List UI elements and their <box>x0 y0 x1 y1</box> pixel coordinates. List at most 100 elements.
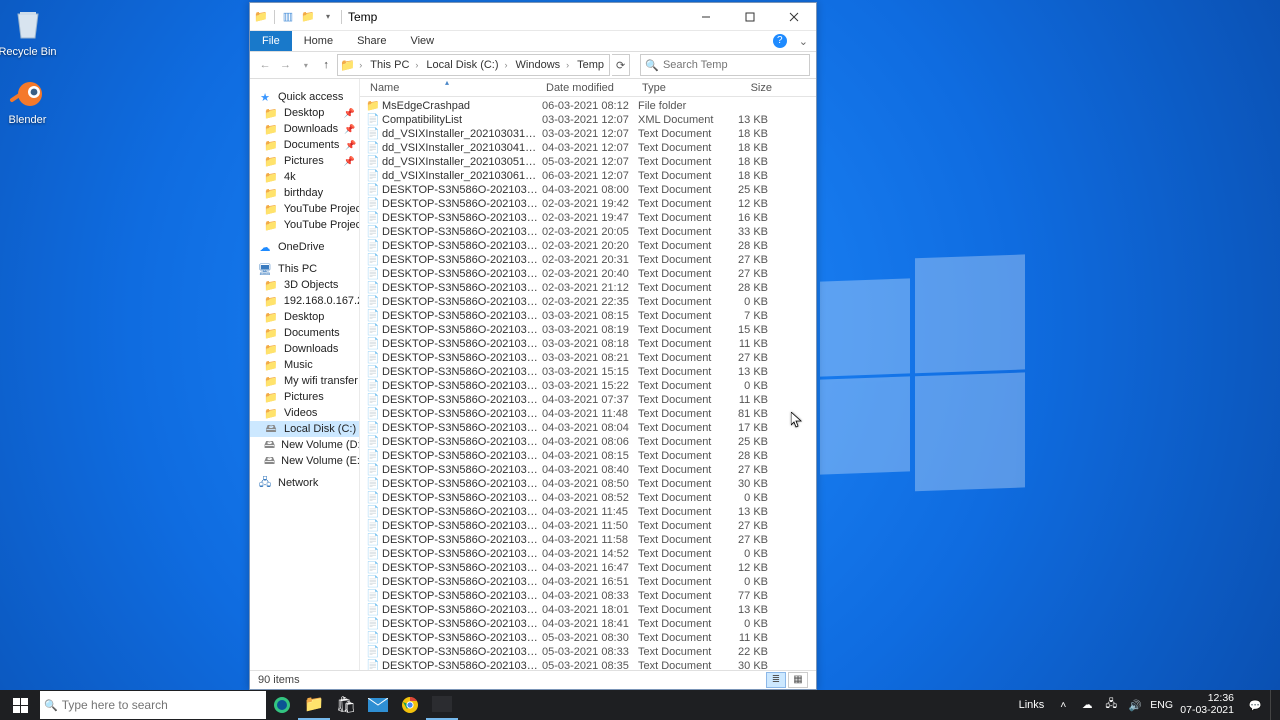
taskbar-store[interactable]: 🛍 <box>330 690 362 720</box>
sidebar-item[interactable]: 📁Downloads📌 <box>250 121 359 137</box>
tray-onedrive-icon[interactable]: ☁ <box>1078 699 1096 711</box>
tab-home[interactable]: Home <box>292 31 345 51</box>
chevron-right-icon[interactable]: › <box>503 60 510 70</box>
minimize-button[interactable] <box>684 3 728 31</box>
sidebar-this-pc[interactable]: 🖥This PC <box>250 261 359 277</box>
nav-sidebar[interactable]: ★Quick access 📁Desktop📌📁Downloads📌📁Docum… <box>250 79 360 669</box>
file-row[interactable]: 📄DESKTOP-S3N586O-20210303-081803-03-2021… <box>366 323 816 337</box>
taskbar-unknown-app[interactable] <box>426 690 458 720</box>
file-row[interactable]: 📄DESKTOP-S3N586O-20210305-083505-03-2021… <box>366 659 816 670</box>
sidebar-quick-access[interactable]: ★Quick access <box>250 89 359 105</box>
taskbar-file-explorer[interactable]: 📁 <box>298 690 330 720</box>
file-row[interactable]: 📄DESKTOP-S3N586O-20210302-223502-03-2021… <box>366 295 816 309</box>
tray-chevron-up-icon[interactable]: ˄ <box>1054 699 1072 711</box>
file-row[interactable]: 📄DESKTOP-S3N586O-20210304-080404-03-2021… <box>366 421 816 435</box>
qat-dropdown-icon[interactable]: ▾ <box>321 10 335 24</box>
tab-view[interactable]: View <box>398 31 446 51</box>
tray-network-icon[interactable]: 🖧 <box>1102 696 1120 714</box>
file-row[interactable]: 📄DESKTOP-S3N586O-20210304-114504-03-2021… <box>366 505 816 519</box>
file-row[interactable]: 📄DESKTOP-S3N586O-20210302-211202-03-2021… <box>366 281 816 295</box>
sidebar-item[interactable]: 📁Desktop <box>250 309 359 325</box>
tray-notifications-icon[interactable]: 💬 <box>1246 699 1264 712</box>
file-row[interactable]: 📄DESKTOP-S3N586O-20210304-080104-03-2021… <box>366 407 816 421</box>
file-row[interactable]: 📄DESKTOP-S3N586O-20210304-180104-03-2021… <box>366 603 816 617</box>
search-box[interactable]: 🔍 <box>640 54 810 76</box>
maximize-button[interactable] <box>728 3 772 31</box>
file-row[interactable]: 📄DESKTOP-S3N586O-20210302-203102-03-2021… <box>366 253 816 267</box>
file-row[interactable]: 📄DESKTOP-S3N586O-20210305-083005-03-2021… <box>366 631 816 645</box>
help-button[interactable]: ? <box>769 31 791 51</box>
file-row[interactable]: 📄DESKTOP-S3N586O-20210303-152203-03-2021… <box>366 379 816 393</box>
thumbnail-view-button[interactable]: ▦ <box>788 672 808 688</box>
sidebar-item[interactable]: 📁YouTube Projects <box>250 201 359 217</box>
chevron-right-icon[interactable]: › <box>357 60 364 70</box>
sidebar-item[interactable]: 🖴Local Disk (C:) <box>250 421 359 437</box>
file-row[interactable]: 📄DESKTOP-S3N586O-20210304-085204-03-2021… <box>366 491 816 505</box>
desktop-icon-recycle-bin[interactable]: Recycle Bin <box>0 0 65 58</box>
tab-share[interactable]: Share <box>345 31 398 51</box>
titlebar[interactable]: 📁 ▥ 📁 ▾ Temp <box>250 3 816 31</box>
search-input[interactable] <box>663 59 805 71</box>
sidebar-onedrive[interactable]: ☁OneDrive <box>250 239 359 255</box>
taskbar-mail[interactable] <box>362 690 394 720</box>
tab-file[interactable]: File <box>250 31 292 51</box>
file-row[interactable]: 📄DESKTOP-S3N586O-20210304-145204-03-2021… <box>366 547 816 561</box>
tray-volume-icon[interactable]: 🔊 <box>1126 699 1144 712</box>
file-row[interactable]: 📄CompatibilityList03-03-2021 12:07XML Do… <box>366 113 816 127</box>
sidebar-item[interactable]: 🖴New Volume (D:) <box>250 437 359 453</box>
file-row[interactable]: 📄DESKTOP-S3N586O-20210304-073704-03-2021… <box>366 393 816 407</box>
sidebar-item[interactable]: 📁Pictures📌 <box>250 153 359 169</box>
sidebar-item[interactable]: 📁192.168.0.167.2221 <box>250 293 359 309</box>
file-list[interactable]: 📁MsEdgeCrashpad06-03-2021 08:12File fold… <box>360 97 816 670</box>
taskbar-search-input[interactable] <box>62 698 262 712</box>
file-row[interactable]: 📄DESKTOP-S3N586O-20210304-085004-03-2021… <box>366 477 816 491</box>
up-button[interactable]: ↑ <box>317 55 335 75</box>
start-button[interactable] <box>0 690 40 720</box>
file-row[interactable]: 📁MsEdgeCrashpad06-03-2021 08:12File fold… <box>366 99 816 113</box>
breadcrumb-temp[interactable]: Temp <box>571 59 608 71</box>
tray-clock[interactable]: 12:36 07-03-2021 <box>1180 693 1234 716</box>
sidebar-item[interactable]: 📁Documents📌 <box>250 137 359 153</box>
file-row[interactable]: 📄DESKTOP-S3N586O-20210303-151503-03-2021… <box>366 365 816 379</box>
ribbon-expand-icon[interactable]: ⌄ <box>791 31 816 51</box>
taskbar-chrome[interactable] <box>394 690 426 720</box>
sidebar-network[interactable]: 🖧Network <box>250 475 359 491</box>
file-row[interactable]: 📄DESKTOP-S3N586O-20210303-082103-03-2021… <box>366 351 816 365</box>
breadcrumb-drive[interactable]: Local Disk (C:) <box>420 59 502 71</box>
refresh-button[interactable]: ⟳ <box>612 54 630 76</box>
qat-newfolder-icon[interactable]: 📁 <box>301 10 315 24</box>
file-row[interactable]: 📄DESKTOP-S3N586O-20210304-083904-03-2021… <box>366 463 816 477</box>
qat-properties-icon[interactable]: ▥ <box>281 10 295 24</box>
file-row[interactable]: 📄dd_VSIXInstaller_20210303120719_271403-… <box>366 127 816 141</box>
file-row[interactable]: 📄DESKTOP-S3N586O-20210304-184104-03-2021… <box>366 617 816 631</box>
file-row[interactable]: 📄DESKTOP-S3N586O-20210304-115004-03-2021… <box>366 519 816 533</box>
sidebar-item[interactable]: 📁Pictures <box>250 389 359 405</box>
taskbar-search[interactable]: 🔍 <box>40 691 266 719</box>
file-row[interactable]: 📄DESKTOP-S3N586O-20210302-204002-03-2021… <box>366 267 816 281</box>
file-row[interactable]: 📄dd_VSIXInstaller_20210304120718_0d9804-… <box>366 141 816 155</box>
sidebar-item[interactable]: 📁birthday <box>250 185 359 201</box>
file-row[interactable]: 📄DESKTOP-S3N586O-20210304-165104-03-2021… <box>366 575 816 589</box>
column-type[interactable]: Type <box>642 82 722 94</box>
file-row[interactable]: 📄DESKTOP-S3N586O-20210303-0818a03-03-202… <box>366 337 816 351</box>
file-row[interactable]: 📄DESKTOP-S3N586O-20210302-193604-03-2021… <box>366 183 816 197</box>
sidebar-item[interactable]: 📁YouTube Projects <box>250 217 359 233</box>
address-bar[interactable]: 📁 › This PC › Local Disk (C:) › Windows … <box>337 54 610 76</box>
chevron-right-icon[interactable]: › <box>608 60 610 70</box>
file-row[interactable]: 📄DESKTOP-S3N586O-20210304-115804-03-2021… <box>366 533 816 547</box>
file-row[interactable]: 📄DESKTOP-S3N586O-20210302-194602-03-2021… <box>366 211 816 225</box>
sidebar-item[interactable]: 📁Music <box>250 357 359 373</box>
column-name[interactable]: Name▴ <box>370 82 546 94</box>
tray-links-button[interactable]: Links <box>1019 699 1045 711</box>
forward-button[interactable]: → <box>276 55 294 75</box>
breadcrumb-this-pc[interactable]: This PC <box>364 59 413 71</box>
sidebar-item[interactable]: 🖴New Volume (E:) <box>250 453 359 469</box>
sidebar-item[interactable]: 📁My wifi transfer <box>250 373 359 389</box>
taskbar-edge[interactable] <box>266 690 298 720</box>
sidebar-item[interactable]: 📁Documents <box>250 325 359 341</box>
sidebar-item[interactable]: 📁3D Objects <box>250 277 359 293</box>
sidebar-item[interactable]: 📁Desktop📌 <box>250 105 359 121</box>
chevron-right-icon[interactable]: › <box>413 60 420 70</box>
sidebar-item[interactable]: 📁4k <box>250 169 359 185</box>
chevron-right-icon[interactable]: › <box>564 60 571 70</box>
